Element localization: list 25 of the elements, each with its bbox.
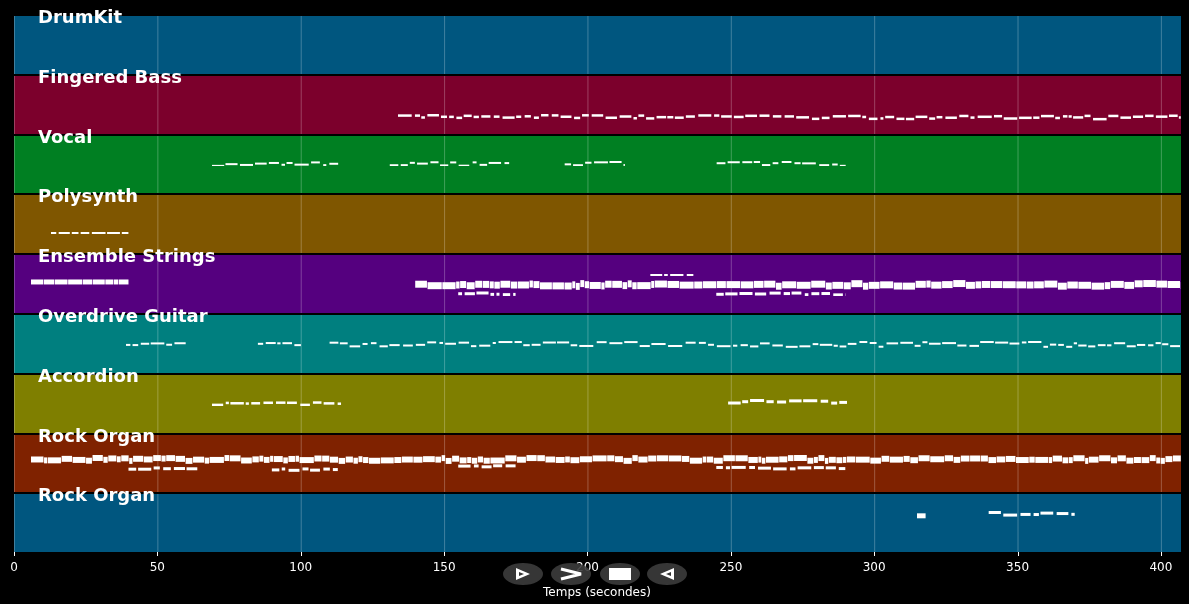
axis-tick-label: 300: [862, 560, 886, 575]
track-name: Accordion: [38, 365, 139, 386]
stop-icon: [609, 568, 631, 581]
axis-tick-label: 100: [289, 560, 313, 575]
axis-title: Temps (secondes): [543, 585, 651, 600]
track-name: Vocal: [38, 126, 93, 147]
play-icon: [514, 567, 532, 582]
axis-tick-label: 350: [1006, 560, 1029, 575]
track-name: Rock Organ: [38, 425, 156, 446]
stop-button[interactable]: [600, 563, 640, 586]
track-name: Rock Organ: [38, 485, 156, 506]
reverse-icon: [658, 567, 676, 582]
track-name: Fingered Bass: [38, 66, 182, 87]
axis-tick-label: 400: [1149, 560, 1173, 575]
axis-tick-label: 0: [10, 560, 18, 575]
track-name: Ensemble Strings: [38, 246, 216, 267]
axis-tick-label: 150: [432, 560, 456, 575]
axis-tick-label: 50: [149, 560, 165, 575]
track-name: Overdrive Guitar: [38, 306, 208, 326]
reverse-button[interactable]: [647, 563, 687, 586]
axis-tick-label: 250: [719, 560, 743, 575]
track-name: DrumKit: [38, 7, 123, 27]
play-button[interactable]: [503, 563, 543, 586]
track-name: Polysynth: [38, 186, 139, 207]
axis-tick-label: 200: [576, 560, 599, 575]
